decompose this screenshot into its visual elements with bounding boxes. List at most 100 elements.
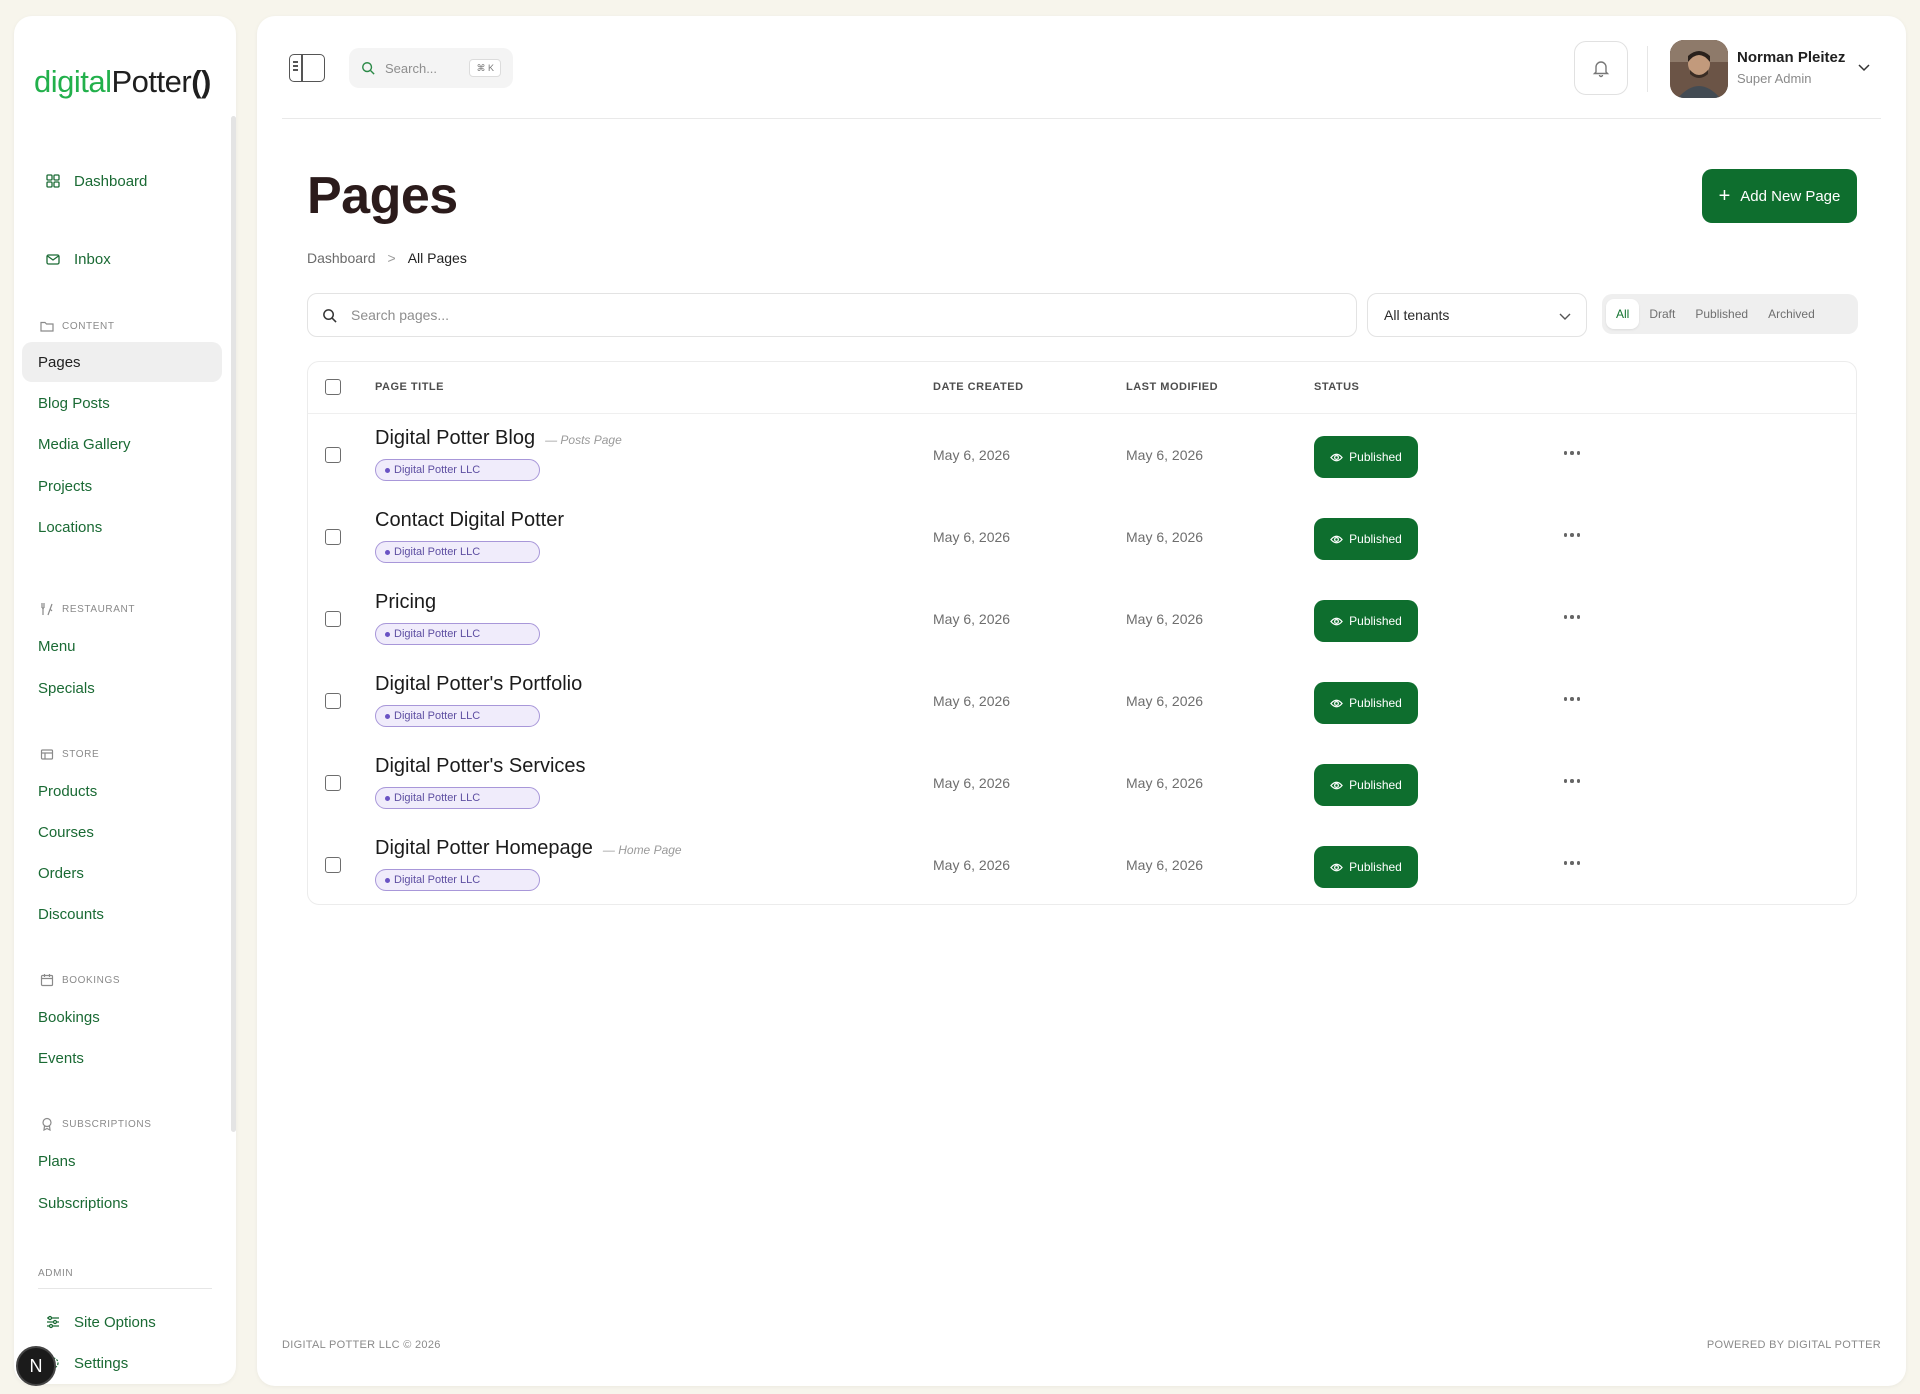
more-dot xyxy=(1570,861,1574,865)
user-name[interactable]: Norman Pleitez xyxy=(1737,49,1845,66)
sidebar-item-specials[interactable]: Specials xyxy=(22,668,222,708)
row-checkbox[interactable] xyxy=(325,775,341,791)
row-checkbox[interactable] xyxy=(325,693,341,709)
row-actions-button[interactable] xyxy=(1560,608,1584,626)
sidebar-item-inbox[interactable]: Inbox xyxy=(22,239,222,279)
last-modified-cell: May 6, 2026 xyxy=(1126,857,1204,873)
tab-published[interactable]: Published xyxy=(1685,299,1758,329)
eye-icon xyxy=(1330,535,1344,543)
page-title: Pages xyxy=(307,167,458,225)
sidebar-item-pages[interactable]: Pages xyxy=(22,342,222,382)
sidebar-divider xyxy=(38,1288,212,1289)
sidebar-scrollbar[interactable] xyxy=(231,116,236,1132)
status-badge[interactable]: Published xyxy=(1314,764,1418,806)
chevron-down-icon[interactable] xyxy=(1857,60,1871,74)
avatar[interactable] xyxy=(1670,40,1728,98)
page-title-link[interactable]: Digital Potter Blog — Posts Page xyxy=(375,427,622,450)
table-row[interactable]: Digital Potter Blog — Posts Page Digital P… xyxy=(308,414,1856,496)
row-actions-button[interactable] xyxy=(1560,772,1584,790)
tab-archived[interactable]: Archived xyxy=(1758,299,1825,329)
breadcrumb-separator: > xyxy=(387,250,396,266)
column-header-last-modified[interactable]: LAST MODIFIED xyxy=(1126,381,1218,393)
page-role-note: — Home Page xyxy=(602,843,682,857)
pages-search-input[interactable]: Search pages... xyxy=(307,293,1357,337)
page-title-link[interactable]: Digital Potter's Services xyxy=(375,755,586,778)
brand-logo-part-2: Potter xyxy=(111,64,192,99)
sidebar-item-media-gallery[interactable]: Media Gallery xyxy=(22,424,222,464)
more-dot xyxy=(1563,697,1568,701)
page-title-link[interactable]: Digital Potter Homepage — Home Page xyxy=(375,837,682,860)
row-checkbox[interactable] xyxy=(325,857,341,873)
sidebar-item-courses[interactable]: Courses xyxy=(22,812,222,852)
last-modified-cell: May 6, 2026 xyxy=(1126,693,1204,709)
column-header-date-created[interactable]: DATE CREATED xyxy=(933,381,1024,393)
row-checkbox[interactable] xyxy=(325,611,341,627)
table-row[interactable]: Digital Potter's Portfolio Digital Potter… xyxy=(308,660,1856,742)
notifications-button[interactable] xyxy=(1574,41,1628,95)
sidebar-section-content: CONTENT xyxy=(40,319,115,333)
sidebar-item-locations[interactable]: Locations xyxy=(22,507,222,547)
row-actions-button[interactable] xyxy=(1560,854,1584,872)
breadcrumb-dashboard-link[interactable]: Dashboard xyxy=(307,250,376,266)
status-badge[interactable]: Published xyxy=(1314,600,1418,642)
sidebar-item-subscriptions[interactable]: Subscriptions xyxy=(22,1183,222,1223)
more-dot xyxy=(1570,779,1574,783)
sidebar-item-blog-posts[interactable]: Blog Posts xyxy=(22,383,222,423)
page-title-text: Contact Digital Potter xyxy=(375,509,564,531)
section-label-text: STORE xyxy=(62,748,100,760)
sidebar-item-projects[interactable]: Projects xyxy=(22,466,222,506)
date-created-cell: May 6, 2026 xyxy=(933,693,1011,709)
tab-all[interactable]: All xyxy=(1606,299,1640,329)
status-badge[interactable]: Published xyxy=(1314,846,1418,888)
last-modified-cell: May 6, 2026 xyxy=(1126,775,1204,791)
dev-tools-badge[interactable]: N xyxy=(16,1346,56,1386)
sidebar-item-site-options[interactable]: Site Options xyxy=(22,1302,222,1342)
status-badge-label: Published xyxy=(1349,614,1402,628)
row-actions-button[interactable] xyxy=(1560,444,1584,462)
more-dot xyxy=(1563,533,1568,537)
more-dot xyxy=(1576,451,1581,455)
sidebar-toggle-button[interactable] xyxy=(289,54,325,82)
table-row[interactable]: Pricing Digital Potter LLC May 6, 2026 May … xyxy=(308,578,1856,660)
row-actions-button[interactable] xyxy=(1560,690,1584,708)
tab-draft[interactable]: Draft xyxy=(1639,299,1685,329)
column-header-page-title[interactable]: PAGE TITLE xyxy=(375,381,444,393)
table-row[interactable]: Digital Potter's Services Digital Potter … xyxy=(308,742,1856,824)
column-header-status[interactable]: STATUS xyxy=(1314,381,1359,393)
sidebar-item-label: Specials xyxy=(38,679,95,697)
row-actions-button[interactable] xyxy=(1560,526,1584,544)
table-row[interactable]: Contact Digital Potter Digital Potter LLC… xyxy=(308,496,1856,578)
footer-powered-by: POWERED BY DIGITAL POTTER xyxy=(1706,1339,1881,1351)
more-dot xyxy=(1563,615,1568,619)
select-all-checkbox[interactable] xyxy=(325,379,341,395)
sidebar-item-events[interactable]: Events xyxy=(22,1038,222,1078)
sidebar-item-orders[interactable]: Orders xyxy=(22,853,222,893)
plus-icon: + xyxy=(1718,185,1731,207)
topbar-divider-line xyxy=(282,118,1881,119)
page-title-text: Digital Potter's Portfolio xyxy=(375,673,583,695)
brand-logo[interactable]: digitalPotter() xyxy=(34,66,211,97)
table-row[interactable]: Digital Potter Homepage — Home Page Digita… xyxy=(308,824,1856,906)
sidebar-item-products[interactable]: Products xyxy=(22,771,222,811)
row-checkbox[interactable] xyxy=(325,529,341,545)
row-checkbox[interactable] xyxy=(325,447,341,463)
more-dot xyxy=(1563,779,1568,783)
sidebar-item-dashboard[interactable]: Dashboard xyxy=(22,161,222,201)
page-title-link[interactable]: Digital Potter's Portfolio xyxy=(375,673,582,696)
sidebar-item-discounts[interactable]: Discounts xyxy=(22,894,222,934)
sidebar-item-bookings[interactable]: Bookings xyxy=(22,997,222,1037)
status-badge[interactable]: Published xyxy=(1314,518,1418,560)
page-title-link[interactable]: Pricing xyxy=(375,591,436,614)
sidebar-item-menu[interactable]: Menu xyxy=(22,626,222,666)
last-modified-cell: May 6, 2026 xyxy=(1126,447,1204,463)
last-modified-cell: May 6, 2026 xyxy=(1126,529,1204,545)
page-title-link[interactable]: Contact Digital Potter xyxy=(375,509,564,532)
bell-icon xyxy=(1592,61,1610,78)
status-badge[interactable]: Published xyxy=(1314,436,1418,478)
sidebar-item-plans[interactable]: Plans xyxy=(22,1141,222,1181)
global-search[interactable]: Search... ⌘ K xyxy=(349,48,513,88)
keyboard-shortcut-hint: ⌘ K xyxy=(469,59,501,77)
add-new-page-button[interactable]: + Add New Page xyxy=(1702,169,1857,223)
status-badge[interactable]: Published xyxy=(1314,682,1418,724)
tenant-filter-select[interactable]: All tenants xyxy=(1367,293,1587,337)
